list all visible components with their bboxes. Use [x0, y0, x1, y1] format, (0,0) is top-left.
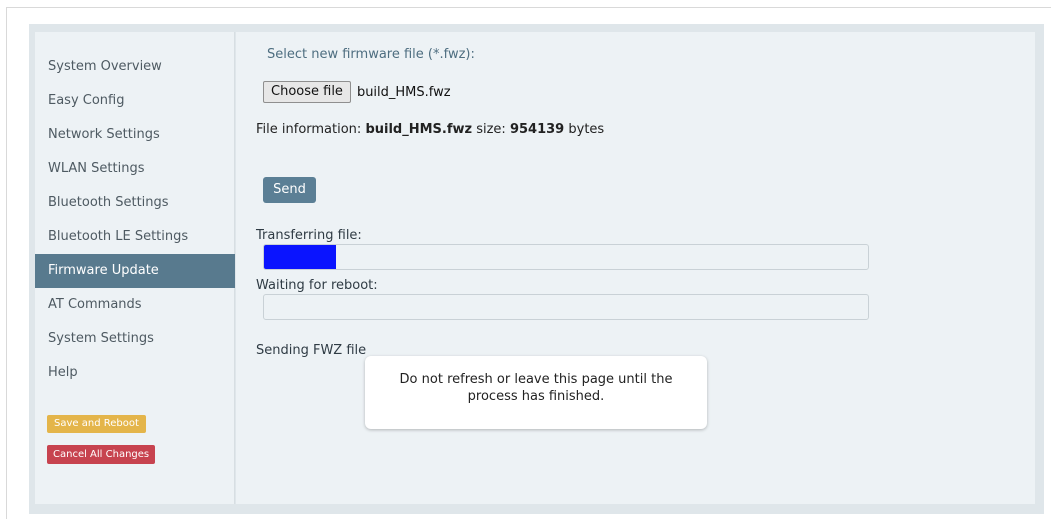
file-info-prefix: File information: — [256, 122, 362, 137]
sidebar-item-at-commands[interactable]: AT Commands — [35, 288, 235, 322]
transfer-progress-bar — [263, 244, 869, 270]
sidebar-item-network-settings[interactable]: Network Settings — [35, 118, 235, 152]
transferring-file-label: Transferring file: — [256, 228, 362, 243]
sidebar-item-bluetooth-le-settings[interactable]: Bluetooth LE Settings — [35, 220, 235, 254]
sidebar-item-help[interactable]: Help — [35, 356, 235, 390]
transfer-progress-fill — [264, 245, 337, 269]
sidebar-item-firmware-update[interactable]: Firmware Update — [35, 254, 235, 288]
choose-file-button[interactable]: Choose file — [263, 81, 351, 103]
sidebar-nav: System Overview Easy Config Network Sett… — [35, 50, 235, 390]
sidebar-item-system-settings[interactable]: System Settings — [35, 322, 235, 356]
waiting-for-reboot-label: Waiting for reboot: — [256, 278, 378, 293]
save-and-reboot-button[interactable]: Save and Reboot — [47, 415, 146, 433]
sidebar-item-system-overview[interactable]: System Overview — [35, 50, 235, 84]
cancel-all-changes-button[interactable]: Cancel All Changes — [47, 445, 156, 464]
file-information: File information: build_HMS.fwz size: 95… — [256, 122, 604, 137]
file-input: Choose file build_HMS.fwz — [263, 81, 451, 103]
sidebar-item-bluetooth-settings[interactable]: Bluetooth Settings — [35, 186, 235, 220]
file-info-name: build_HMS.fwz — [365, 122, 473, 137]
progress-notice-dialog: Do not refresh or leave this page until … — [365, 356, 707, 429]
sidebar-item-easy-config[interactable]: Easy Config — [35, 84, 235, 118]
progress-notice-message: Do not refresh or leave this page until … — [399, 372, 673, 404]
sidebar: System Overview Easy Config Network Sett… — [35, 32, 235, 504]
reboot-progress-bar — [263, 294, 869, 320]
status-text: Sending FWZ file — [256, 343, 367, 358]
firmware-update-panel: Select new firmware file (*.fwz): Choose… — [236, 32, 1035, 504]
file-info-unit: bytes — [568, 122, 605, 137]
sidebar-item-wlan-settings[interactable]: WLAN Settings — [35, 152, 235, 186]
file-info-size-label: size: — [476, 122, 506, 137]
selected-file-name: build_HMS.fwz — [356, 84, 451, 100]
select-firmware-label: Select new firmware file (*.fwz): — [267, 47, 475, 62]
file-info-size: 954139 — [509, 122, 565, 137]
send-button[interactable]: Send — [263, 177, 316, 203]
